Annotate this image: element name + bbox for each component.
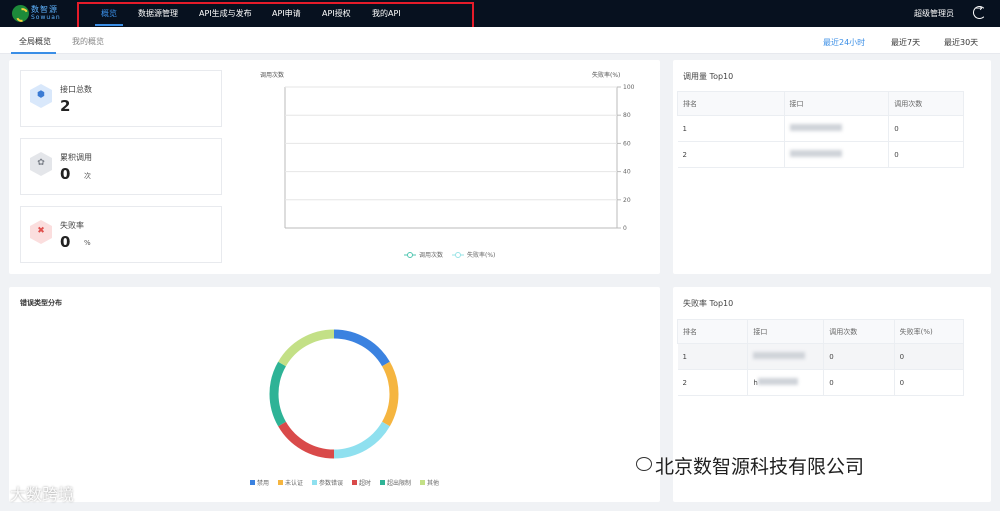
y2-axis-label: 失败率(%) xyxy=(592,72,621,79)
logo[interactable]: 数智源 Sowuan xyxy=(12,4,72,23)
fail-rate-cell: 0 xyxy=(894,369,965,396)
redacted-text xyxy=(789,124,842,131)
watermark-right: 北京数智源科技有限公司 xyxy=(655,456,865,478)
donut-slice-超出限制 xyxy=(269,361,287,427)
stat-label: 累积调用 xyxy=(60,153,92,162)
table-row[interactable]: 2 h 0 0 xyxy=(677,369,965,396)
legend-swatch xyxy=(420,480,425,485)
legend-swatch xyxy=(312,480,317,485)
legend-label: 超出限制 xyxy=(387,479,411,487)
column-header: 失败率(%) xyxy=(893,319,965,344)
range-24h-button[interactable]: 最近24小时 xyxy=(823,37,865,48)
api-name-cell xyxy=(784,141,890,168)
stat-value: 0 xyxy=(60,233,71,251)
error-type-donut-chart: 禁用 未认证 参数错误 超时 超出限制 其他 xyxy=(250,329,439,487)
table-row[interactable]: 1 0 xyxy=(677,115,964,142)
y2-tick-label: 60 xyxy=(623,140,631,147)
tab-global-overview[interactable]: 全局概览 xyxy=(19,36,51,47)
calls-cell: 0 xyxy=(823,343,895,370)
range-7d-button[interactable]: 最近7天 xyxy=(891,37,920,48)
donut-slice-禁用 xyxy=(333,329,390,367)
rank-cell: 2 xyxy=(677,141,785,168)
legend-swatch xyxy=(278,480,283,485)
range-30d-button[interactable]: 最近30天 xyxy=(944,37,978,48)
legend-label: 调用次数 xyxy=(419,251,443,259)
table-row[interactable]: 2 0 xyxy=(677,141,964,168)
legend-swatch xyxy=(250,480,255,485)
legend-label: 超时 xyxy=(359,479,371,487)
stat-label: 接口总数 xyxy=(60,85,92,94)
stat-unit: 次 xyxy=(84,172,91,180)
fail-rate-cell: 0 xyxy=(894,343,965,370)
legend-label: 其他 xyxy=(427,479,439,487)
api-name-cell xyxy=(747,343,825,370)
rank-cell: 1 xyxy=(677,115,785,142)
watermark-left: 大数跨境 xyxy=(10,485,75,504)
column-header: 排名 xyxy=(676,319,749,344)
table-row[interactable]: 1 0 0 xyxy=(677,343,965,370)
calls-hex-icon: ✿ xyxy=(30,152,52,176)
stat-api-total: ⬢ 接口总数 2 xyxy=(20,70,222,127)
redacted-text xyxy=(757,378,798,385)
redacted-text xyxy=(789,150,842,157)
y-axis-label: 调用次数 xyxy=(260,72,285,79)
y2-tick-label: 40 xyxy=(623,169,631,176)
legend-marker xyxy=(455,252,461,258)
legend-label: 未认证 xyxy=(285,479,303,487)
sub-tab-bar: 全局概览 我的概览 最近24小时 最近7天 最近30天 xyxy=(0,27,1000,54)
column-header: 接口 xyxy=(747,319,825,344)
logo-icon xyxy=(12,5,29,22)
user-name[interactable]: 超级管理员 xyxy=(914,8,954,19)
legend-label: 失败率(%) xyxy=(467,251,495,259)
legend-swatch xyxy=(380,480,385,485)
stat-total-calls: ✿ 累积调用 0 次 xyxy=(20,138,222,195)
calls-cell: 0 xyxy=(888,115,964,142)
donut-slice-其他 xyxy=(278,329,335,367)
column-header: 接口 xyxy=(783,91,890,116)
donut-slice-超时 xyxy=(278,421,335,459)
redacted-text xyxy=(753,352,806,359)
stat-label: 失败率 xyxy=(60,221,84,230)
tab-my-overview[interactable]: 我的概览 xyxy=(72,36,104,47)
logo-text-en: Sowuan xyxy=(31,14,61,21)
api-name-cell: h xyxy=(747,369,825,396)
column-header: 调用次数 xyxy=(888,91,964,116)
rank-cell: 1 xyxy=(677,343,749,370)
donut-slice-未认证 xyxy=(381,361,399,427)
error-distribution-card: 错误类型分布 禁用 未认证 参数错误 超时 超出限制 其他 xyxy=(9,287,660,502)
api-hex-icon: ⬢ xyxy=(30,84,52,108)
legend-label: 参数错误 xyxy=(319,479,343,487)
card-title: 调用量 Top10 xyxy=(683,72,734,81)
wechat-icon xyxy=(636,457,652,471)
calls-line-chart: 0 20 40 60 80 100 调用次数 失败率(%) xyxy=(284,84,635,259)
card-title: 失败率 Top10 xyxy=(683,299,734,308)
column-header: 排名 xyxy=(677,91,785,116)
rank-cell: 2 xyxy=(677,369,749,396)
y2-tick-label: 20 xyxy=(623,197,631,204)
calls-cell: 0 xyxy=(888,141,964,168)
top-fail-table: 排名 接口 调用次数 失败率(%) 1 0 0 2 h 0 0 xyxy=(676,319,965,396)
y2-tick-label: 0 xyxy=(623,225,627,232)
legend-swatch xyxy=(352,480,357,485)
stat-fail-rate: ✖ 失败率 0 % xyxy=(20,206,222,263)
top-calls-card: 调用量 Top10 排名 接口 调用次数 1 0 2 0 xyxy=(673,60,991,274)
tab-active-indicator xyxy=(11,52,56,54)
legend-marker xyxy=(407,252,413,258)
donut-slice-参数错误 xyxy=(333,421,390,459)
column-header: 调用次数 xyxy=(823,319,895,344)
legend-label: 禁用 xyxy=(257,480,269,487)
logout-icon[interactable] xyxy=(973,4,986,19)
calls-cell: 0 xyxy=(823,369,895,396)
y2-tick-label: 80 xyxy=(623,112,631,119)
overview-card: ⬢ 接口总数 2 ✿ 累积调用 0 次 ✖ 失败率 0 % 调用次数 失败率(%… xyxy=(9,60,660,274)
api-name-cell xyxy=(784,115,890,142)
stat-value: 0 xyxy=(60,165,71,183)
top-calls-table: 排名 接口 调用次数 1 0 2 0 xyxy=(677,91,964,168)
pie-chart-title: 错误类型分布 xyxy=(20,299,62,307)
stat-unit: % xyxy=(84,239,91,247)
fail-hex-icon: ✖ xyxy=(30,220,52,244)
y2-tick-label: 100 xyxy=(623,84,635,91)
stat-value: 2 xyxy=(60,97,71,115)
